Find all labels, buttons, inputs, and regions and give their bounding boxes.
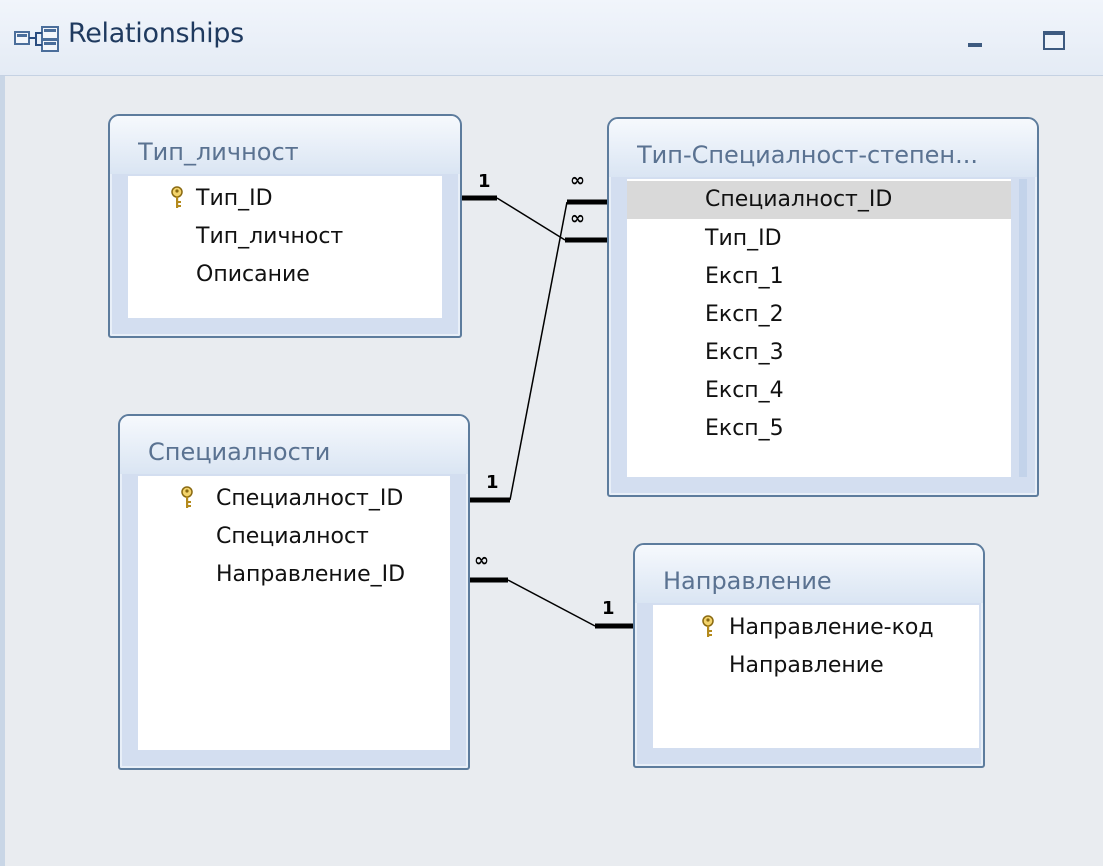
field-label: Експ_5 — [705, 416, 784, 441]
field-row[interactable]: Експ_3 — [627, 334, 1011, 372]
field-label: Тип_личност — [196, 224, 344, 249]
table-specialnosti[interactable]: Специалности Специалност_ID Специалност … — [118, 414, 470, 770]
field-row[interactable]: Тип_личност — [128, 218, 442, 256]
field-row[interactable]: Описание — [128, 256, 442, 294]
window-title: Relationships — [68, 18, 244, 49]
field-row[interactable]: Тип_ID — [128, 180, 442, 218]
field-row-selected[interactable]: Специалност_ID — [627, 181, 1011, 219]
vertical-scrollbar[interactable] — [1019, 179, 1027, 477]
field-row[interactable]: Специалност_ID — [138, 480, 450, 518]
field-row[interactable]: Специалност — [138, 518, 450, 556]
field-label: Експ_1 — [705, 264, 784, 289]
field-list[interactable]: Направление-код Направление — [653, 605, 979, 748]
cardinality-many-label: ∞ — [474, 550, 489, 571]
field-label: Експ_2 — [705, 302, 784, 327]
table-name: Тип_личност — [138, 138, 299, 166]
field-row[interactable]: Експ_4 — [627, 372, 1011, 410]
minimize-button[interactable] — [956, 22, 996, 56]
field-label: Специалност_ID — [216, 486, 404, 511]
field-label: Експ_3 — [705, 340, 784, 365]
table-name: Направление — [663, 567, 832, 595]
field-row[interactable]: Направление — [653, 647, 979, 685]
cardinality-many-label: ∞ — [570, 170, 585, 191]
field-label: Направление_ID — [216, 562, 406, 587]
window-titlebar: Relationships — [0, 0, 1103, 76]
table-title-bar[interactable]: Направление — [635, 545, 983, 603]
table-napravlenie[interactable]: Направление Направление-код Направление — [633, 543, 985, 768]
field-row[interactable]: Експ_5 — [627, 410, 1011, 448]
field-list[interactable]: Специалност_ID Тип_ID Експ_1 Експ_2 Експ… — [627, 179, 1011, 477]
table-name: Специалности — [148, 438, 331, 466]
table-title-bar[interactable]: Тип-Специалност-степен... — [609, 119, 1037, 177]
field-label: Направление — [729, 653, 884, 678]
field-row[interactable]: Експ_2 — [627, 296, 1011, 334]
cardinality-one-label: 1 — [478, 171, 491, 192]
table-title-bar[interactable]: Тип_личност — [110, 116, 460, 174]
table-tip-specialnost-stepen[interactable]: Тип-Специалност-степен... Специалност_ID… — [607, 117, 1039, 497]
maximize-button[interactable] — [1032, 22, 1072, 56]
cardinality-one-label: 1 — [486, 472, 499, 493]
field-label: Експ_4 — [705, 378, 784, 403]
relationships-icon — [14, 26, 59, 52]
field-label: Специалност — [216, 524, 369, 549]
primary-key-icon — [181, 486, 193, 508]
cardinality-many-label: ∞ — [570, 208, 585, 229]
field-row[interactable]: Направление_ID — [138, 556, 450, 594]
table-name: Тип-Специалност-степен... — [637, 141, 978, 169]
field-label: Тип_ID — [196, 186, 273, 211]
field-list[interactable]: Тип_ID Тип_личност Описание — [128, 176, 442, 318]
field-row[interactable]: Тип_ID — [627, 220, 1011, 258]
field-label: Специалност_ID — [705, 187, 893, 212]
field-label: Направление-код — [729, 615, 934, 640]
field-list[interactable]: Специалност_ID Специалност Направление_I… — [138, 476, 450, 750]
primary-key-icon — [171, 186, 183, 208]
primary-key-icon — [702, 615, 714, 637]
table-title-bar[interactable]: Специалности — [120, 416, 468, 474]
field-row[interactable]: Направление-код — [653, 609, 979, 647]
cardinality-one-label: 1 — [602, 598, 615, 619]
table-tip-lichnost[interactable]: Тип_личност Тип_ID Тип_личност Описание — [108, 114, 462, 338]
field-row[interactable]: Експ_1 — [627, 258, 1011, 296]
field-label: Описание — [196, 262, 310, 287]
field-label: Тип_ID — [705, 226, 782, 251]
